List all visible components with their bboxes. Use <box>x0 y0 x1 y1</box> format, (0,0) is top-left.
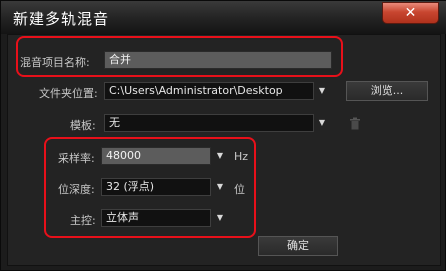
close-button[interactable]: ✕ <box>382 2 439 24</box>
template-select[interactable]: 无 <box>104 114 314 132</box>
folder-location-field[interactable]: C:\Users\Administrator\Desktop <box>104 82 314 100</box>
template-dropdown-icon[interactable]: ▼ <box>314 114 330 132</box>
browse-button[interactable]: 浏览... <box>346 81 428 101</box>
template-label: 模板: <box>70 119 96 132</box>
trash-icon[interactable] <box>349 117 361 130</box>
title-bar: 新建多轨混音 ✕ <box>1 1 446 34</box>
audio-settings-highlight <box>44 137 256 238</box>
dialog-content: 混音项目名称: 合并 文件夹位置: C:\Users\Administrator… <box>7 34 441 266</box>
window-title: 新建多轨混音 <box>13 10 110 28</box>
session-name-highlight <box>16 36 343 77</box>
new-multitrack-dialog: 新建多轨混音 ✕ 混音项目名称: 合并 文件夹位置: C:\Users\Admi… <box>0 0 446 271</box>
folder-dropdown-icon[interactable]: ▼ <box>314 82 330 100</box>
folder-location-label: 文件夹位置: <box>39 87 98 100</box>
ok-button[interactable]: 确定 <box>258 236 338 256</box>
